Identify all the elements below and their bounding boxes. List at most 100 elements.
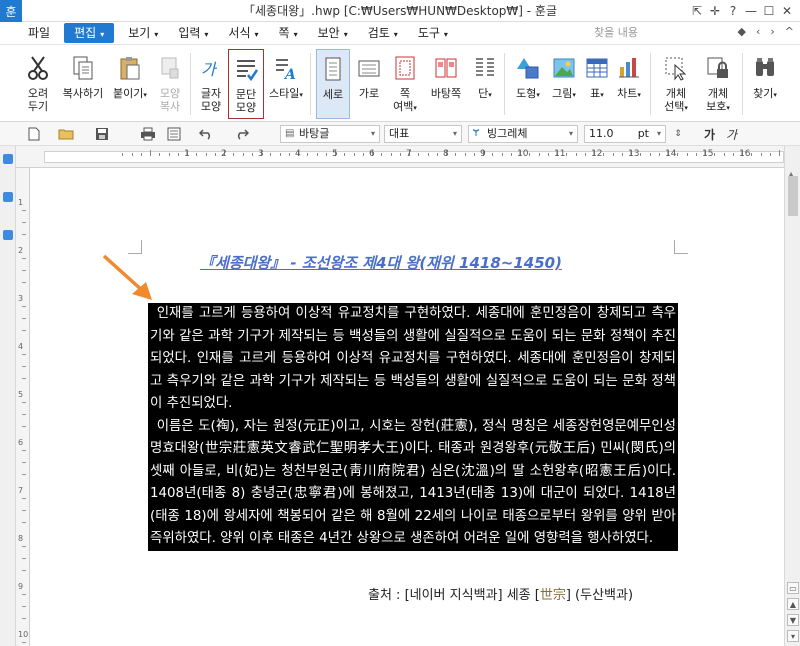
format-copy-button[interactable]: 모양 복사	[152, 49, 188, 119]
chevron-down-icon: ▾	[100, 30, 105, 39]
master-page-button[interactable]: 바탕쪽	[424, 49, 468, 119]
app-icon[interactable]: 훈	[0, 0, 22, 22]
picture-label-text: 그림	[552, 87, 573, 100]
ruler-tick	[464, 153, 466, 156]
para-shape-button[interactable]: 문단 모양	[228, 49, 264, 119]
paragraph-select[interactable]: 대표 ▾	[384, 125, 462, 143]
ruler-tick	[640, 153, 642, 156]
chevron-down-icon: ▾	[568, 129, 573, 138]
menu-edit-label: 편집	[74, 26, 97, 40]
menu-insert[interactable]: 입력 ▾	[168, 23, 218, 43]
panel-marker-icon[interactable]	[3, 154, 13, 164]
new-document-icon[interactable]	[26, 126, 42, 142]
chart-button[interactable]: 차트▾	[612, 49, 646, 119]
paste-button[interactable]: 붙이기▾	[108, 49, 152, 119]
open-folder-icon[interactable]	[58, 126, 74, 142]
bold-button[interactable]: 가	[704, 126, 715, 143]
chevron-down-icon: ▾	[726, 104, 730, 112]
page-margin-button[interactable]: 쪽 여백▾	[388, 49, 422, 119]
chevron-left-icon[interactable]: ‹	[756, 25, 760, 38]
document-canvas[interactable]: 『세종대왕』 - 조선왕조 제4대 왕(재위 1418~1450) 인재를 고르…	[30, 168, 784, 646]
panel-marker-icon[interactable]	[3, 230, 13, 240]
portrait-button[interactable]: 세로	[316, 49, 350, 119]
minimize-icon[interactable]: —	[742, 2, 760, 20]
picture-button[interactable]: 그림▾	[546, 49, 582, 119]
menu-edit[interactable]: 편집 ▾	[64, 23, 115, 43]
vertical-ruler[interactable]: 1 2 3 4 5 6 7 8 9 10	[16, 168, 30, 646]
undo-icon[interactable]	[198, 126, 214, 142]
ruler-tick	[492, 153, 494, 156]
redo-icon[interactable]	[234, 126, 250, 142]
menu-right-icons: ◆ ‹ › ^	[738, 25, 795, 38]
selected-text-block[interactable]: 인재를 고르게 등용하여 이상적 유교정치를 구현하였다. 세종대에 훈민정음이…	[148, 303, 678, 551]
style-label-text: 스타일	[269, 87, 300, 100]
collapse-ribbon-icon[interactable]: ^	[785, 25, 794, 38]
document-title: 『세종대왕』 - 조선왕조 제4대 왕(재위 1418~1450)	[200, 254, 562, 272]
landscape-button[interactable]: 가로	[352, 49, 386, 119]
vruler-tick	[22, 510, 26, 511]
expand-icon[interactable]: ⇱	[688, 2, 706, 20]
shape-button[interactable]: 도형▾	[510, 49, 546, 119]
ruler-tick	[649, 153, 651, 156]
paragraph-select-value: 대표	[389, 127, 410, 140]
prev-page-icon[interactable]: ▲	[787, 598, 799, 610]
object-protect-button[interactable]: 개체 보호▾	[698, 49, 738, 119]
maximize-icon[interactable]: ☐	[760, 2, 778, 20]
column-label: 단▾	[478, 87, 492, 102]
column-label-text: 단	[478, 87, 489, 100]
column-button[interactable]: 단▾	[470, 49, 500, 119]
preview-icon[interactable]	[166, 126, 182, 142]
table-button[interactable]: 표▾	[582, 49, 612, 119]
search-input[interactable]: 찾을 내용	[590, 24, 730, 42]
next-page-icon[interactable]: ▼	[787, 614, 799, 626]
menu-view[interactable]: 보기 ▾	[118, 23, 168, 43]
style-select[interactable]: ▤ 바탕글 ▾	[280, 125, 380, 143]
ruler-number: 9	[480, 149, 486, 159]
vruler-tick	[22, 558, 26, 559]
char-shape-button[interactable]: 가 글자 모양	[194, 49, 228, 119]
cut-button[interactable]: 오려 두기	[18, 49, 58, 119]
format-brush-icon	[157, 55, 183, 81]
style-label: 스타일▾	[269, 87, 303, 102]
scroll-thumb[interactable]	[788, 176, 798, 216]
ruler-tick	[307, 153, 309, 156]
style-button[interactable]: A 스타일▾	[266, 49, 306, 119]
save-icon[interactable]	[94, 126, 110, 142]
copy-button[interactable]: 복사하기	[58, 49, 108, 119]
find-button[interactable]: 찾기▾	[748, 49, 782, 119]
menu-format[interactable]: 서식 ▾	[218, 23, 268, 43]
page-nav-icon[interactable]: ▭	[787, 582, 799, 594]
chevron-right-icon[interactable]: ›	[770, 25, 774, 38]
move-icon[interactable]: ✛	[706, 2, 724, 20]
style-icon: A	[273, 55, 299, 81]
vruler-tick	[22, 498, 26, 499]
panel-marker-icon[interactable]	[3, 192, 13, 202]
font-size-select[interactable]: 11.0 pt ▾	[584, 125, 666, 143]
object-select-button[interactable]: 개체 선택▾	[656, 49, 696, 119]
help-icon[interactable]: ?	[724, 2, 742, 20]
print-icon[interactable]	[140, 126, 156, 142]
menu-file[interactable]: 파일	[18, 23, 60, 43]
italic-button[interactable]: 가	[726, 126, 737, 143]
font-select[interactable]: Ɏ 빙그레체 ▾	[468, 125, 578, 143]
menu-insert-label: 입력	[178, 26, 201, 40]
diamond-icon[interactable]: ◆	[738, 25, 746, 38]
scroll-down-icon[interactable]: ▾	[787, 630, 799, 642]
vertical-scrollbar[interactable]: ▲ ▭ ▲ ▼ ▾	[784, 146, 800, 646]
menu-security-label: 보안	[317, 26, 340, 40]
ruler-tick	[751, 153, 753, 156]
menu-review[interactable]: 검토 ▾	[358, 23, 408, 43]
portrait-page-icon	[320, 56, 346, 82]
source-prefix: 출처 : [네이버 지식백과] 세종 [	[368, 588, 540, 603]
ribbon-separator	[190, 53, 191, 115]
close-icon[interactable]: ✕	[778, 2, 796, 20]
ruler-tick	[381, 153, 383, 156]
stepper-icon[interactable]: ⇕	[670, 126, 686, 142]
menu-page[interactable]: 쪽 ▾	[269, 23, 308, 43]
horizontal-ruler[interactable]: 1 2 3 4 5 6 7 8 9 10 11 12 13 14 15 16	[16, 146, 784, 168]
ruler-tick	[159, 153, 161, 156]
chevron-down-icon: ▾	[154, 30, 159, 39]
vruler-tick	[22, 642, 26, 643]
menu-security[interactable]: 보안 ▾	[308, 23, 358, 43]
menu-tools[interactable]: 도구 ▾	[408, 23, 458, 43]
